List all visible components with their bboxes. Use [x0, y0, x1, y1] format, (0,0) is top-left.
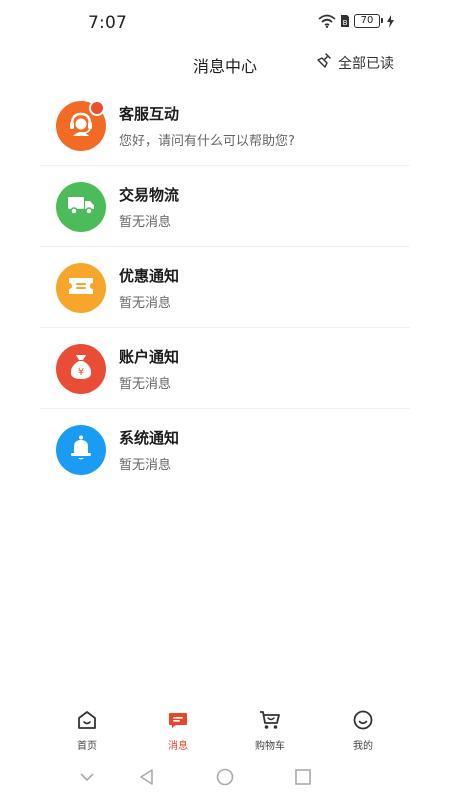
screen: 7:07 B 70 消息中心 全部已读 客服互动 您好，请问有什么可以帮助您? … [0, 0, 450, 800]
message-title: 系统通知 [119, 429, 180, 447]
status-icons: B 70 [318, 14, 394, 28]
bell-icon [68, 434, 94, 466]
profile-icon [318, 705, 408, 735]
tab-home[interactable]: 首页 [42, 705, 132, 752]
message-title: 客服互动 [119, 105, 180, 123]
home-circle-icon[interactable] [216, 768, 234, 790]
message-icon [133, 705, 223, 735]
charging-icon [387, 14, 394, 28]
mark-all-read-button[interactable]: 全部已读 [316, 53, 394, 73]
wifi-icon [318, 14, 336, 28]
header: 消息中心 全部已读 [0, 46, 450, 84]
message-item-logistics[interactable]: 交易物流 暂无消息 [0, 166, 450, 247]
ticket-icon [67, 275, 95, 301]
message-subtitle: 暂无消息 [119, 458, 172, 473]
message-title: 优惠通知 [119, 267, 180, 285]
tab-bar: 首页 消息 购物车 我的 [0, 705, 450, 760]
message-list: 客服互动 您好，请问有什么可以帮助您? 交易物流 暂无消息 优惠通知 暂无消息 … [0, 85, 450, 490]
logistics-avatar [56, 182, 106, 232]
sim-icon: B [340, 14, 350, 28]
collapse-icon[interactable] [78, 768, 96, 790]
truck-icon [67, 194, 95, 220]
message-subtitle: 您好，请问有什么可以帮助您? [119, 134, 295, 149]
message-title: 账户通知 [119, 348, 180, 366]
account-avatar: ¥ [56, 344, 106, 394]
battery-icon: 70 [354, 14, 383, 28]
tab-label: 首页 [77, 741, 97, 752]
message-subtitle: 暂无消息 [119, 215, 172, 230]
unread-dot [89, 100, 105, 116]
mark-all-read-label: 全部已读 [338, 56, 394, 72]
tab-profile[interactable]: 我的 [318, 705, 408, 752]
recents-icon[interactable] [294, 768, 312, 790]
svg-text:B: B [343, 19, 348, 27]
message-subtitle: 暂无消息 [119, 377, 172, 392]
tab-message[interactable]: 消息 [133, 705, 223, 752]
broom-icon [316, 53, 332, 73]
system-nav-bar [0, 762, 450, 800]
message-title: 交易物流 [119, 186, 180, 204]
svg-text:¥: ¥ [78, 367, 84, 378]
cart-icon [225, 705, 315, 735]
discount-avatar [56, 263, 106, 313]
message-subtitle: 暂无消息 [119, 296, 172, 311]
system-avatar [56, 425, 106, 475]
home-icon [42, 705, 132, 735]
message-item-system[interactable]: 系统通知 暂无消息 [0, 409, 450, 490]
status-bar: 7:07 B 70 [0, 0, 450, 46]
tab-label: 我的 [353, 741, 373, 752]
message-item-service[interactable]: 客服互动 您好，请问有什么可以帮助您? [0, 85, 450, 166]
message-item-account[interactable]: ¥ 账户通知 暂无消息 [0, 328, 450, 409]
message-item-discount[interactable]: 优惠通知 暂无消息 [0, 247, 450, 328]
tab-cart[interactable]: 购物车 [225, 705, 315, 752]
tab-label: 购物车 [255, 741, 285, 752]
back-icon[interactable] [138, 768, 156, 790]
tab-label: 消息 [168, 741, 188, 752]
money-bag-icon: ¥ [68, 353, 94, 385]
status-time: 7:07 [88, 13, 127, 33]
